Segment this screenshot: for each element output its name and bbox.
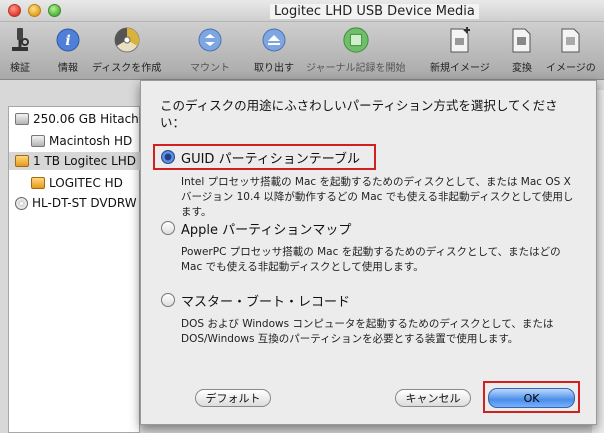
eject-icon — [260, 26, 288, 54]
sidebar-item-dvd-drive[interactable]: HL-DT-ST DVDRW — [9, 194, 140, 212]
guid-option-label[interactable]: GUID パーティションテーブル — [181, 148, 360, 167]
sidebar-item-macintosh-hd[interactable]: Macintosh HD — [9, 132, 140, 150]
toolbar-label: イメージの — [546, 63, 596, 74]
toolbar-verify-button[interactable]: 検証 — [6, 26, 34, 74]
toolbar-label: ジャーナル記録を開始 — [306, 63, 406, 74]
toolbar-label: マウント — [190, 63, 230, 74]
toolbar-label: 情報 — [58, 63, 78, 74]
mbr-option-label[interactable]: マスター・ブート・レコード — [181, 291, 350, 310]
minimize-window-button[interactable] — [28, 4, 41, 17]
info-icon: i — [54, 26, 82, 54]
burn-icon — [113, 26, 141, 54]
journal-icon — [342, 26, 370, 54]
image-icon — [557, 26, 585, 54]
disk-sidebar: 250.06 GB Hitachi Macintosh HD 1 TB Logi… — [8, 106, 140, 433]
sidebar-item-label: LOGITEC HD — [49, 176, 123, 190]
new-image-icon — [446, 26, 474, 54]
mount-icon — [196, 26, 224, 54]
external-disk-icon — [15, 155, 29, 167]
toolbar-info-button[interactable]: i 情報 — [54, 26, 82, 74]
microscope-icon — [6, 26, 34, 54]
apple-partition-option-label[interactable]: Apple パーティションマップ — [181, 219, 351, 238]
title-bar: Logitec LHD USB Device Media — [0, 0, 604, 22]
hard-disk-icon — [15, 113, 29, 125]
toolbar-new-image-button[interactable]: 新規イメージ — [430, 26, 490, 74]
toolbar-label: 新規イメージ — [430, 63, 490, 74]
toolbar-convert-button[interactable]: 変換 — [508, 26, 536, 74]
sidebar-item-logitec-hd[interactable]: LOGITEC HD — [9, 174, 140, 192]
optical-disc-icon — [15, 196, 28, 210]
dialog-prompt: このディスクの用途にふさわしいパーティション方式を選択してください： — [160, 98, 558, 130]
volume-icon — [31, 135, 45, 147]
ok-button[interactable]: OK — [488, 388, 575, 408]
partition-scheme-sheet: このディスクの用途にふさわしいパーティション方式を選択してください： GUID … — [140, 80, 597, 425]
toolbar-label: ディスクを作成 — [92, 63, 162, 74]
guid-radio-button[interactable] — [161, 150, 175, 164]
zoom-window-button[interactable] — [48, 4, 61, 17]
toolbar-label: 検証 — [10, 63, 30, 74]
cancel-button[interactable]: キャンセル — [395, 389, 471, 407]
guid-option-description: Intel プロセッサ搭載の Mac を起動するためのディスクとして、または M… — [181, 176, 574, 218]
convert-icon — [508, 26, 536, 54]
toolbar-mount-button[interactable]: マウント — [190, 26, 230, 74]
volume-icon — [31, 177, 45, 189]
sidebar-item-label: 250.06 GB Hitachi — [33, 112, 140, 126]
toolbar-label: 変換 — [512, 63, 532, 74]
apple-partition-radio-button[interactable] — [161, 221, 175, 235]
sidebar-item-label: Macintosh HD — [49, 134, 133, 148]
toolbar: 検証 i 情報 ディスクを作成 マウント 取り出す ジャーナル記録を開始 新規イ… — [0, 22, 604, 80]
apple-partition-option-description: PowerPC プロセッサ搭載の Mac を起動するためのディスクとして、または… — [181, 246, 561, 273]
sidebar-item-label: 1 TB Logitec LHD — [33, 154, 137, 168]
toolbar-label: 取り出す — [254, 63, 294, 74]
default-button[interactable]: デフォルト — [195, 389, 271, 407]
mbr-radio-button[interactable] — [161, 293, 175, 307]
sidebar-item-hitachi-disk[interactable]: 250.06 GB Hitachi — [9, 110, 140, 128]
toolbar-burn-button[interactable]: ディスクを作成 — [92, 26, 161, 74]
close-window-button[interactable] — [8, 4, 21, 17]
toolbar-image-button[interactable]: イメージの — [546, 26, 596, 74]
mbr-option-description: DOS および Windows コンピュータを起動するためのディスクとして、また… — [181, 318, 554, 345]
sidebar-item-logitec-disk[interactable]: 1 TB Logitec LHD — [9, 152, 140, 170]
svg-text:i: i — [65, 33, 70, 49]
toolbar-eject-button[interactable]: 取り出す — [254, 26, 294, 74]
toolbar-journal-button[interactable]: ジャーナル記録を開始 — [306, 26, 406, 74]
window-title: Logitec LHD USB Device Media — [270, 4, 479, 19]
sidebar-item-label: HL-DT-ST DVDRW — [32, 196, 137, 210]
